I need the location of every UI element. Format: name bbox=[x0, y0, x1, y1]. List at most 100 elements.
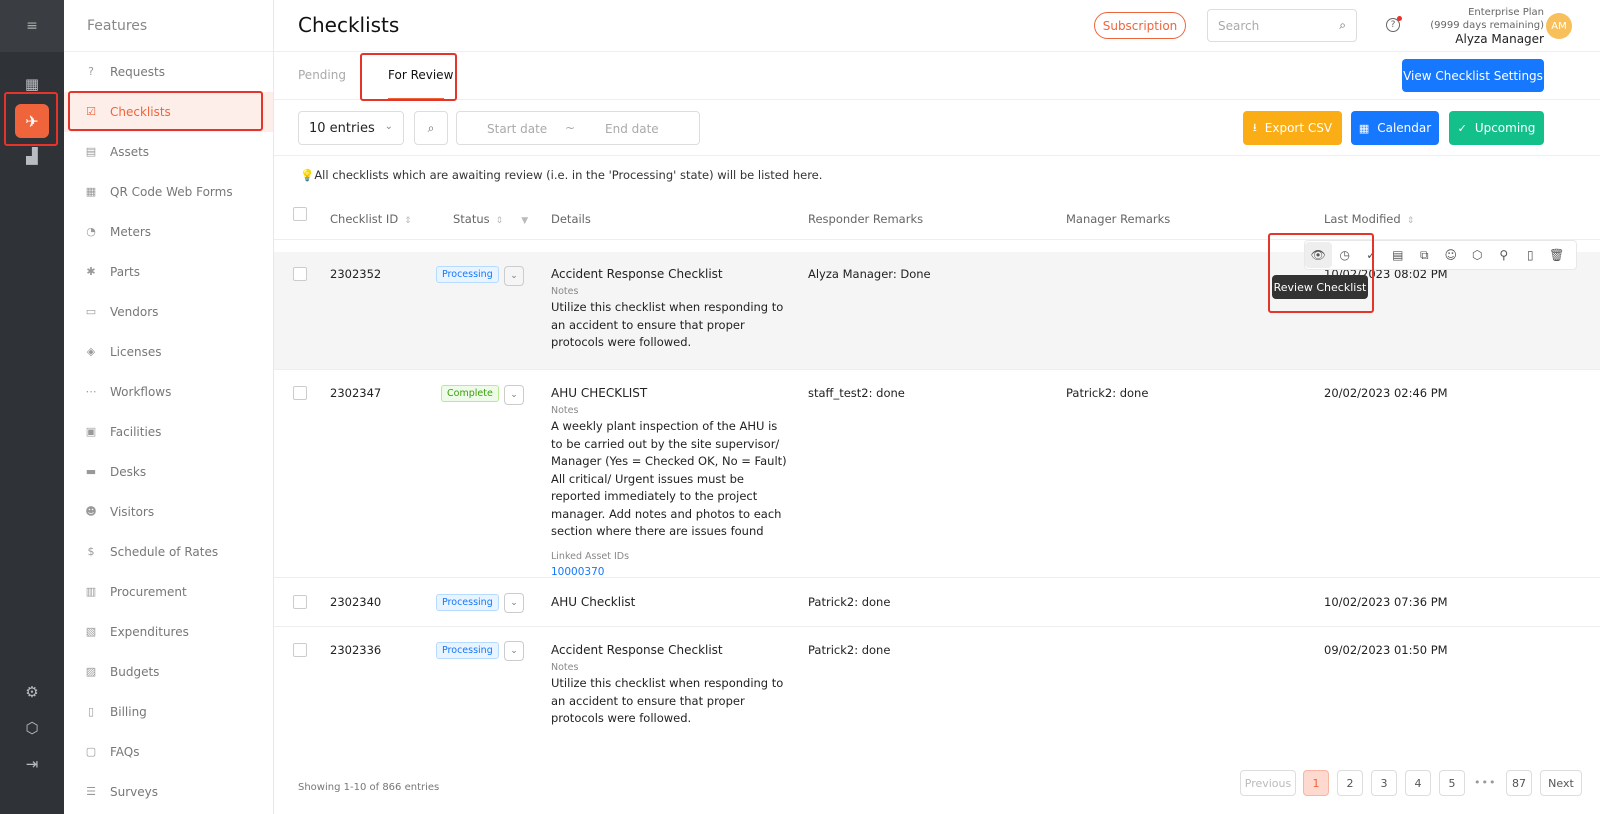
sidebar-item-procurement[interactable]: ▥ Procurement bbox=[64, 572, 273, 612]
chevron-down-icon[interactable]: ⌄ bbox=[504, 593, 524, 613]
sidebar-item-label: Facilities bbox=[110, 425, 162, 439]
search-icon[interactable]: ⌕ bbox=[1339, 18, 1346, 33]
sidebar-item-expenditures[interactable]: ▧ Expenditures bbox=[64, 612, 273, 652]
export-csv-button[interactable]: ⭳ Export CSV bbox=[1243, 111, 1342, 145]
search-input[interactable]: Search ⌕ bbox=[1207, 9, 1357, 42]
th-last-modified[interactable]: Last Modified ⇕ bbox=[1324, 212, 1414, 226]
page-5-button[interactable]: 5 bbox=[1439, 770, 1465, 796]
chevron-down-icon[interactable]: ⌄ bbox=[504, 385, 524, 405]
table-row[interactable]: 2302340 Processing ⌄ AHU Checklist Patri… bbox=[274, 578, 1600, 627]
th-checklist-id[interactable]: Checklist ID ⇕ bbox=[330, 212, 412, 226]
sidebar-item-schedule-of-rates[interactable]: $ Schedule of Rates bbox=[64, 532, 273, 572]
row-checkbox[interactable] bbox=[293, 643, 307, 657]
view-checklist-settings-button[interactable]: View Checklist Settings bbox=[1402, 59, 1544, 92]
responder-remarks: Patrick2: done bbox=[808, 595, 891, 609]
row-checkbox[interactable] bbox=[293, 386, 307, 400]
page-title: Checklists bbox=[298, 13, 400, 37]
logout-icon[interactable]: ⇥ bbox=[22, 754, 42, 774]
th-checklist-id-label: Checklist ID bbox=[330, 212, 399, 226]
sidebar-item-desks[interactable]: ▬ Desks bbox=[64, 452, 273, 492]
sidebar-item-licenses[interactable]: ◈ Licenses bbox=[64, 332, 273, 372]
sidebar-item-checklists[interactable]: ☑ Checklists bbox=[64, 92, 273, 132]
sidebar-item-workflows[interactable]: ⋯ Workflows bbox=[64, 372, 273, 412]
checklist-title[interactable]: AHU CHECKLIST bbox=[551, 386, 791, 400]
previous-page-button[interactable]: Previous bbox=[1240, 770, 1296, 796]
row-checkbox[interactable] bbox=[293, 267, 307, 281]
checklist-title[interactable]: Accident Response Checklist bbox=[551, 267, 791, 281]
page-3-button[interactable]: 3 bbox=[1371, 770, 1397, 796]
chevron-down-icon[interactable]: ⌄ bbox=[504, 266, 524, 286]
tab-for-review[interactable]: For Review bbox=[388, 68, 453, 82]
sidebar-item-meters[interactable]: ◔ Meters bbox=[64, 212, 273, 252]
sidebar-item-vendors[interactable]: ▭ Vendors bbox=[64, 292, 273, 332]
sidebar-item-assets[interactable]: ▤ Assets bbox=[64, 132, 273, 172]
copy-icon[interactable]: ⧉ bbox=[1411, 242, 1438, 268]
calendar-button[interactable]: ▦ Calendar bbox=[1351, 111, 1439, 145]
sidebar-item-icon: ▥ bbox=[85, 585, 97, 598]
sort-icon[interactable]: ⇕ bbox=[404, 216, 412, 226]
sidebar-item-requests[interactable]: ? Requests bbox=[64, 52, 273, 92]
sidebar-item-billing[interactable]: ▯ Billing bbox=[64, 692, 273, 732]
checklist-title[interactable]: AHU Checklist bbox=[551, 595, 635, 609]
tab-pending[interactable]: Pending bbox=[298, 68, 346, 82]
page-1-button[interactable]: 1 bbox=[1303, 770, 1329, 796]
checklist-app-icon[interactable]: ✈ bbox=[15, 104, 49, 138]
sidebar-item-label: FAQs bbox=[110, 745, 140, 759]
settings-icon[interactable]: ⚙ bbox=[22, 682, 42, 702]
select-all-checkbox[interactable] bbox=[293, 207, 307, 221]
trash-icon[interactable]: 🗑 bbox=[1544, 242, 1571, 268]
row-checkbox[interactable] bbox=[293, 595, 307, 609]
page-4-button[interactable]: 4 bbox=[1405, 770, 1431, 796]
package-icon[interactable]: ⬡ bbox=[22, 718, 42, 738]
end-date-input[interactable]: End date bbox=[605, 122, 659, 136]
checklist-title[interactable]: Accident Response Checklist bbox=[551, 643, 791, 657]
sidebar-item-label: Schedule of Rates bbox=[110, 545, 219, 559]
box-icon[interactable]: ⬡ bbox=[1464, 242, 1491, 268]
th-details: Details bbox=[551, 212, 591, 226]
checklist-id: 2302340 bbox=[330, 595, 382, 609]
date-range-picker[interactable]: Start date ~ End date bbox=[456, 111, 700, 145]
assign-user-icon[interactable]: ☺ bbox=[1438, 242, 1465, 268]
last-modified: 20/02/2023 02:46 PM bbox=[1324, 386, 1448, 400]
sidebar-item-faqs[interactable]: ▢ FAQs bbox=[64, 732, 273, 772]
sidebar-item-surveys[interactable]: ☰ Surveys bbox=[64, 772, 273, 812]
dashboard-icon[interactable]: ▦ bbox=[22, 74, 42, 94]
avatar[interactable]: AM bbox=[1546, 13, 1572, 39]
user-name[interactable]: Alyza Manager bbox=[1424, 33, 1600, 46]
sidebar-item-qr-code-web-forms[interactable]: ▦ QR Code Web Forms bbox=[64, 172, 273, 212]
page-87-button[interactable]: 87 bbox=[1506, 770, 1532, 796]
analytics-icon[interactable]: ▟ bbox=[22, 146, 42, 166]
menu-toggle-icon[interactable]: ≡ bbox=[0, 0, 64, 52]
sort-icon[interactable]: ⇕ bbox=[496, 216, 504, 226]
upcoming-button[interactable]: ✓ Upcoming bbox=[1449, 111, 1544, 145]
page-2-button[interactable]: 2 bbox=[1337, 770, 1363, 796]
linked-asset-link[interactable]: 10000370 bbox=[551, 566, 791, 578]
pdf-icon[interactable]: ▯ bbox=[1517, 242, 1544, 268]
report-icon[interactable]: ▤ bbox=[1385, 242, 1412, 268]
search-icon[interactable]: ⌕ bbox=[414, 111, 448, 145]
subscription-button[interactable]: Subscription bbox=[1094, 12, 1186, 39]
history-icon[interactable]: ◷ bbox=[1332, 242, 1359, 268]
link-icon[interactable]: ⚲ bbox=[1491, 242, 1518, 268]
filter-icon[interactable]: ▼ bbox=[521, 216, 528, 226]
start-date-input[interactable]: Start date bbox=[487, 122, 547, 136]
sidebar-item-budgets[interactable]: ▨ Budgets bbox=[64, 652, 273, 692]
table-row[interactable]: 2302336 Processing ⌄ Accident Response C… bbox=[274, 627, 1600, 745]
sidebar-item-parts[interactable]: ✱ Parts bbox=[64, 252, 273, 292]
chevron-down-icon[interactable]: ⌄ bbox=[504, 641, 524, 661]
sidebar-item-icon: ▧ bbox=[85, 625, 97, 638]
table-header: Checklist ID ⇕ Status ⇕ ▼ Details Responder… bbox=[274, 194, 1600, 240]
status-badge: Processing bbox=[436, 266, 499, 283]
check-circle-icon[interactable]: ✓ bbox=[1358, 242, 1385, 268]
next-page-button[interactable]: Next bbox=[1540, 770, 1582, 796]
sidebar-item-facilities[interactable]: ▣ Facilities bbox=[64, 412, 273, 452]
th-status[interactable]: Status ⇕ ▼ bbox=[453, 212, 528, 226]
table-row[interactable]: 2302347 Complete ⌄ AHU CHECKLIST Notes A… bbox=[274, 370, 1600, 578]
entries-select[interactable]: 10 entries ⌄ bbox=[298, 111, 404, 145]
sort-icon[interactable]: ⇕ bbox=[1407, 216, 1415, 226]
help-icon[interactable]: ? bbox=[1386, 16, 1402, 32]
responder-remarks: staff_test2: done bbox=[808, 386, 905, 400]
eye-icon[interactable]: 👁 bbox=[1305, 242, 1332, 268]
sidebar-item-visitors[interactable]: ☻ Visitors bbox=[64, 492, 273, 532]
pagination-ellipsis[interactable]: ••• bbox=[1474, 776, 1496, 789]
